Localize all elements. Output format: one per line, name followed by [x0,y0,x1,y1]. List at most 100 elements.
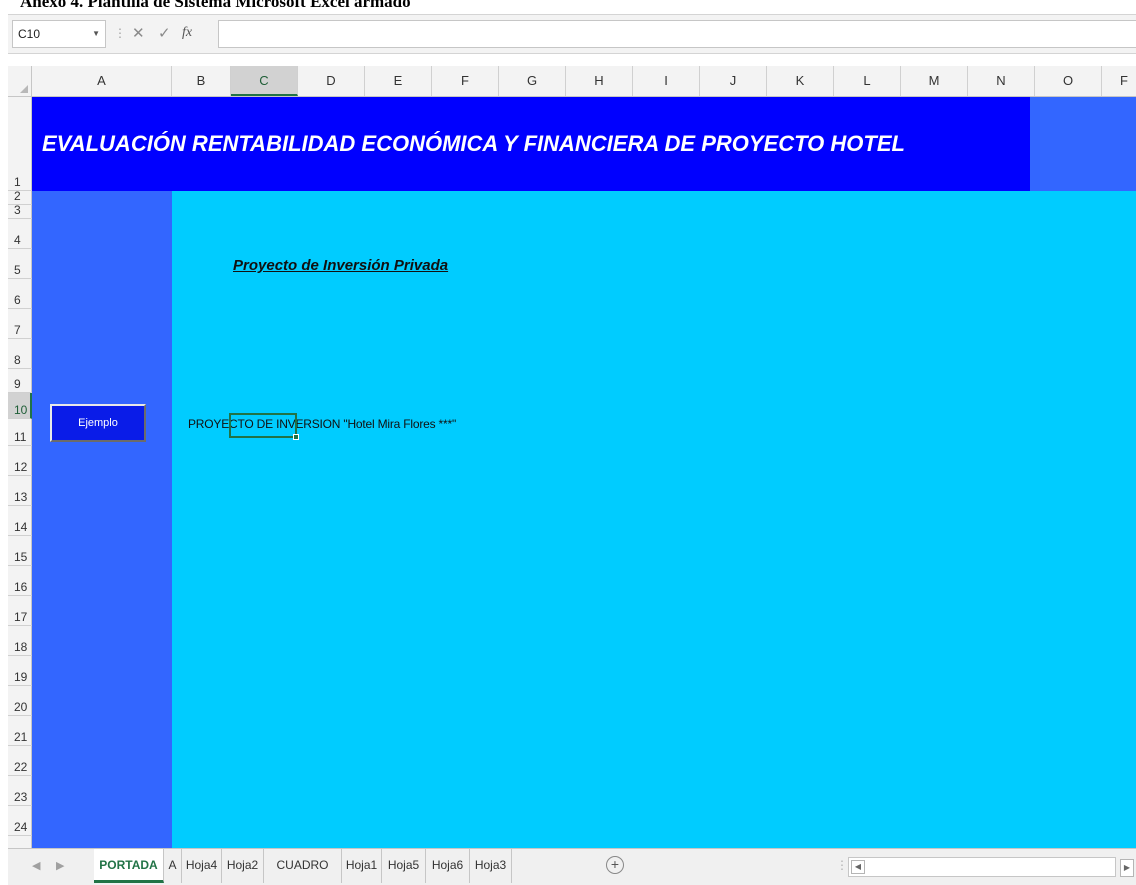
row-header-11[interactable]: 11 [8,419,32,446]
row-header-1[interactable]: 1 [8,97,32,191]
row-header-5[interactable]: 5 [8,249,32,279]
chevron-down-icon[interactable]: ▼ [92,21,100,47]
column-header-h[interactable]: H [566,66,633,96]
row-number: 23 [14,790,28,804]
row-header-19[interactable]: 19 [8,656,32,686]
column-header-a[interactable]: A [32,66,172,96]
column-header-k[interactable]: K [767,66,834,96]
row-header-23[interactable]: 23 [8,776,32,806]
row-number: 22 [14,760,28,774]
formula-bar: C10 ▼ ⋮ ✕ ✓ fx [8,14,1136,54]
column-header-i[interactable]: I [633,66,700,96]
row-header-22[interactable]: 22 [8,746,32,776]
row-header-17[interactable]: 17 [8,596,32,626]
column-header-g[interactable]: G [499,66,566,96]
row-number: 4 [14,233,21,247]
column-header-o[interactable]: O [1035,66,1102,96]
row-number: 13 [14,490,28,504]
column-header-j[interactable]: J [700,66,767,96]
column-header-row: ABCDEFGHIJKLMNOF [8,66,1136,97]
row-header-4[interactable]: 4 [8,219,32,249]
row-header-column: 1234567891011121314151617181920212223242… [8,97,32,868]
add-sheet-icon[interactable]: + [606,856,624,874]
row-header-6[interactable]: 6 [8,279,32,309]
column-header-m[interactable]: M [901,66,968,96]
row-number: 3 [14,205,21,217]
row-header-12[interactable]: 12 [8,446,32,476]
title-band-right [1030,97,1136,191]
row-number: 15 [14,550,28,564]
formula-input[interactable] [218,20,1136,48]
row-number: 12 [14,460,28,474]
row-number: 2 [14,191,21,203]
row-header-10[interactable]: 10 [8,393,32,419]
row-header-15[interactable]: 15 [8,536,32,566]
column-header-d[interactable]: D [298,66,365,96]
title-band: EVALUACIÓN RENTABILIDAD ECONÓMICA Y FINA… [32,97,1030,191]
sheet-title: EVALUACIÓN RENTABILIDAD ECONÓMICA Y FINA… [42,131,905,156]
scroll-right-icon[interactable]: ▶ [1120,859,1134,877]
column-header-n[interactable]: N [968,66,1035,96]
column-header-f[interactable]: F [1102,66,1136,96]
row-header-16[interactable]: 16 [8,566,32,596]
sheet-subtitle: Proyecto de Inversión Privada [233,257,449,274]
row-header-14[interactable]: 14 [8,506,32,536]
sheet-tab-a[interactable]: A [164,849,182,883]
column-header-l[interactable]: L [834,66,901,96]
column-header-e[interactable]: E [365,66,432,96]
select-all-button[interactable] [8,66,32,96]
row-number: 19 [14,670,28,684]
tab-bar-divider: ⋮ [836,858,848,872]
row-number: 11 [14,430,27,444]
row-header-3[interactable]: 3 [8,205,32,219]
row-number: 14 [14,520,28,534]
row-header-13[interactable]: 13 [8,476,32,506]
column-header-c[interactable]: C [231,66,298,96]
sheet-tab-bar: ◀ ▶ PORTADAAHoja4Hoja2CUADRO REFHoja1Hoj… [8,848,1136,885]
cancel-button[interactable]: ✕ [132,24,145,42]
sheet-tab-portada[interactable]: PORTADA [94,849,164,883]
row-number: 17 [14,610,28,624]
insert-function-button[interactable]: fx [182,25,192,41]
row-number: 21 [14,730,28,744]
name-box[interactable]: C10 ▼ [12,20,106,48]
row-number: 7 [14,323,21,337]
sheet-tab-hoja3[interactable]: Hoja3 [470,849,512,883]
row-header-9[interactable]: 9 [8,369,32,393]
row-header-20[interactable]: 20 [8,686,32,716]
row-header-2[interactable]: 2 [8,191,32,205]
sheet-tab-hoja5[interactable]: Hoja5 [382,849,426,883]
fill-handle[interactable] [293,434,299,440]
sheet-tab-cuadro-ref[interactable]: CUADRO REF [264,849,342,883]
sheet-tab-hoja2[interactable]: Hoja2 [222,849,264,883]
column-header-b[interactable]: B [172,66,231,96]
row-number: 10 [14,403,28,417]
row-number: 20 [14,700,28,714]
row-header-21[interactable]: 21 [8,716,32,746]
chevron-right-icon[interactable]: ▶ [56,859,64,872]
chevron-left-icon[interactable]: ◀ [32,859,40,872]
row-header-8[interactable]: 8 [8,339,32,369]
sheet-tab-hoja1[interactable]: Hoja1 [342,849,382,883]
enter-button[interactable]: ✓ [158,24,171,42]
row-number: 5 [14,263,21,277]
horizontal-scrollbar[interactable]: ◀ [848,857,1116,877]
row-header-7[interactable]: 7 [8,309,32,339]
row-number: 24 [14,820,28,834]
column-header-f[interactable]: F [432,66,499,96]
row-header-18[interactable]: 18 [8,626,32,656]
row-number: 1 [14,175,21,189]
row-header-24[interactable]: 24 [8,806,32,836]
sheet-tab-hoja6[interactable]: Hoja6 [426,849,470,883]
column-a-band [32,191,172,848]
worksheet-grid[interactable]: EVALUACIÓN RENTABILIDAD ECONÓMICA Y FINA… [32,97,1136,848]
name-box-value: C10 [18,27,41,41]
ejemplo-button[interactable]: Ejemplo [50,404,146,442]
select-all-icon [20,85,28,93]
row-number: 16 [14,580,28,594]
scroll-left-icon[interactable]: ◀ [851,860,865,874]
active-cell-selection[interactable] [229,413,297,438]
row-number: 6 [14,293,21,307]
row-number: 18 [14,640,28,654]
sheet-tab-hoja4[interactable]: Hoja4 [182,849,222,883]
